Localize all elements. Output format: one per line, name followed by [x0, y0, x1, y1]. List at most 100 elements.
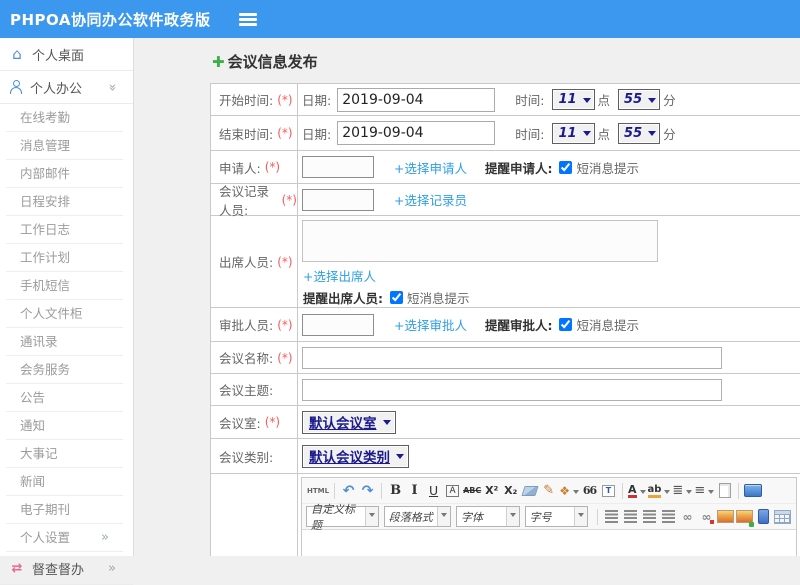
choose-recorder-link[interactable]: +选择记录员	[394, 190, 467, 209]
char-border-button[interactable]: A	[444, 480, 461, 501]
sidebar-item-internal-mail[interactable]: 内部邮件	[6, 160, 123, 188]
home-icon: ⌂	[12, 45, 22, 63]
toolbar-separator	[597, 508, 598, 525]
end-date-input[interactable]	[337, 121, 496, 145]
sidebar-item-mobile-sms[interactable]: 手机短信	[6, 272, 123, 300]
end-hour-select[interactable]: 11	[552, 122, 595, 144]
justify-icon[interactable]	[660, 506, 677, 527]
remove-format-icon[interactable]	[521, 480, 539, 501]
subscript-button[interactable]: X₂	[502, 480, 519, 501]
sidebar-item-memorabilia[interactable]: 大事记	[6, 440, 123, 468]
sidebar-item-personal-settings[interactable]: 个人设置 »	[6, 524, 123, 552]
hour-unit: 点	[597, 126, 611, 142]
image-icon[interactable]	[716, 506, 734, 527]
meeting-category-select[interactable]: 默认会议类别	[302, 444, 409, 468]
required-mark: (*)	[264, 415, 281, 429]
meeting-subject-input[interactable]	[302, 378, 722, 401]
sms-hint-label: 短消息提示	[407, 291, 470, 306]
date-label: 日期:	[302, 126, 332, 142]
font-family-select[interactable]: 字体	[456, 506, 520, 527]
media-icon[interactable]	[755, 506, 772, 527]
font-color-button[interactable]: A	[628, 480, 646, 501]
sidebar-item-news[interactable]: 新闻	[6, 468, 123, 496]
choose-attendees-link[interactable]: +选择出席人	[303, 266, 376, 285]
sidebar-item-notice[interactable]: 通知	[6, 412, 123, 440]
redo-icon[interactable]: ↷	[359, 480, 376, 501]
align-left-icon[interactable]	[603, 506, 620, 527]
dropdown-arrow-icon	[708, 489, 715, 497]
link-icon[interactable]: ∞	[679, 506, 696, 527]
dropdown-arrow-icon	[639, 489, 646, 497]
sidebar-item-work-plan[interactable]: 工作计划	[6, 244, 123, 272]
html-source-button[interactable]: HTML	[307, 480, 329, 501]
remind-applicant-label: 提醒申请人:	[484, 160, 553, 176]
unlink-icon[interactable]: ∞	[698, 506, 715, 527]
start-date-input[interactable]	[337, 87, 496, 112]
dropdown-arrow-icon	[396, 454, 404, 463]
required-mark: (*)	[277, 350, 293, 365]
sidebar-item-personal-office[interactable]: 个人办公 »	[0, 71, 133, 104]
undo-icon[interactable]: ↶	[340, 480, 357, 501]
editor-content-area[interactable]	[302, 530, 796, 556]
blockquote-button[interactable]: 66	[581, 480, 598, 501]
sidebar-item-announcement[interactable]: 公告	[6, 384, 123, 412]
meeting-name-input[interactable]	[302, 346, 722, 369]
heading-style-select[interactable]: 自定义标题	[306, 503, 379, 532]
choose-approver-link[interactable]: +选择审批人	[394, 315, 467, 334]
choose-applicant-link[interactable]: +选择申请人	[394, 158, 467, 177]
sidebar-item-contacts[interactable]: 通讯录	[6, 328, 123, 356]
menu-icon[interactable]	[238, 12, 257, 26]
form-row-editor: HTML ↶ ↷ B I U A ABC X² X₂ ✎ ❖ 66 T A ab…	[211, 474, 800, 556]
meeting-room-select[interactable]: 默认会议室	[302, 410, 396, 434]
sidebar-item-message-management[interactable]: 消息管理	[6, 132, 123, 160]
field-label: 出席人员:	[219, 255, 274, 270]
remind-applicant-checkbox[interactable]	[559, 160, 573, 174]
sidebar-item-schedule[interactable]: 日程安排	[6, 188, 123, 216]
table-icon[interactable]	[773, 506, 791, 527]
sidebar-item-online-attendance[interactable]: 在线考勤	[6, 104, 123, 132]
ordered-list-button[interactable]: ≣	[672, 480, 693, 501]
unordered-list-button[interactable]: ≡	[694, 480, 715, 501]
user-icon	[9, 80, 23, 94]
font-size-select[interactable]: 字号	[524, 506, 589, 527]
format-painter-icon[interactable]: ❖	[559, 480, 579, 501]
underline-button[interactable]: U	[425, 480, 442, 501]
strikethrough-button[interactable]: ABC	[463, 480, 481, 501]
align-right-icon[interactable]	[641, 506, 658, 527]
remind-attendees-checkbox[interactable]	[390, 291, 403, 304]
field-label: 申请人:	[219, 160, 261, 176]
approver-input[interactable]	[302, 313, 374, 336]
remind-approver-label: 提醒审批人:	[484, 318, 553, 333]
end-minute-select[interactable]: 55	[618, 122, 661, 144]
blank-page-icon[interactable]	[716, 480, 733, 501]
italic-button[interactable]: I	[406, 480, 423, 501]
insert-image-icon[interactable]	[735, 506, 754, 527]
sidebar-item-supervision[interactable]: ⇄ 督查督办 »	[0, 552, 133, 585]
superscript-button[interactable]: X²	[483, 480, 500, 501]
editor-toolbar-row1: HTML ↶ ↷ B I U A ABC X² X₂ ✎ ❖ 66 T A ab…	[302, 478, 796, 504]
highlight-color-button[interactable]: ab	[647, 480, 671, 501]
bars-icon	[642, 510, 656, 523]
format-brush-icon[interactable]: ✎	[540, 480, 557, 501]
dropdown-arrow-icon	[664, 489, 671, 497]
field-label: 会议主题:	[219, 383, 274, 398]
sidebar-item-work-log[interactable]: 工作日志	[6, 216, 123, 244]
paragraph-format-select[interactable]: 段落格式	[383, 506, 452, 527]
required-mark: (*)	[281, 192, 297, 207]
bold-button[interactable]: B	[387, 480, 404, 501]
start-hour-select[interactable]: 11	[552, 89, 595, 110]
start-minute-select[interactable]: 55	[618, 89, 661, 110]
attendees-textarea[interactable]	[302, 220, 658, 262]
plus-icon	[748, 522, 754, 527]
sidebar-item-personal-desktop[interactable]: ⌂ 个人桌面	[0, 38, 133, 71]
sidebar-item-meeting-service[interactable]: 会务服务	[6, 356, 123, 384]
applicant-input[interactable]	[302, 156, 374, 178]
align-center-icon[interactable]	[622, 506, 639, 527]
fullscreen-icon[interactable]	[744, 480, 763, 501]
sidebar-item-personal-file-cabinet[interactable]: 个人文件柜	[6, 300, 123, 328]
recorder-input[interactable]	[302, 188, 374, 211]
paste-plain-text-icon[interactable]: T	[600, 480, 617, 501]
sidebar-item-e-journal[interactable]: 电子期刊	[6, 496, 123, 524]
remind-approver-checkbox[interactable]	[559, 318, 573, 331]
main-content: ✚ 会议信息发布 开始时间:(*) 日期: 时间: 11 点 55 分 结束时间…	[134, 38, 800, 556]
